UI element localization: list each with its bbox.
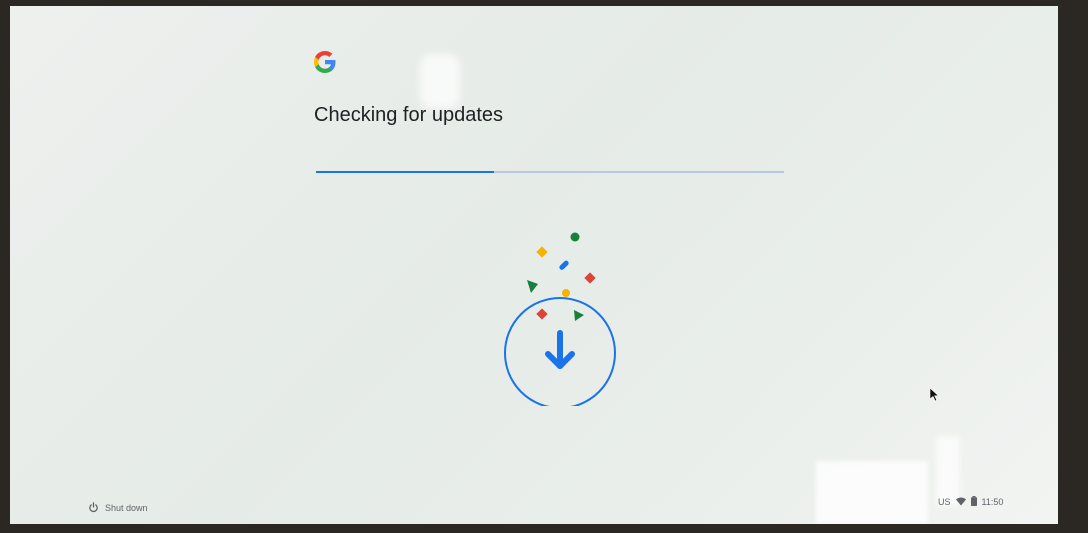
confetti-diamond — [584, 272, 596, 284]
status-tray[interactable]: US 11:50 — [938, 496, 1003, 508]
screen-glare — [420, 54, 460, 109]
clock: 11:50 — [981, 497, 1004, 507]
confetti-diamond — [536, 308, 548, 320]
update-progress-bar — [316, 171, 784, 173]
page-title: Checking for updates — [314, 104, 504, 126]
confetti-dot — [570, 232, 580, 242]
power-icon — [88, 502, 99, 513]
battery-icon — [970, 496, 977, 508]
confetti-dot — [562, 289, 570, 297]
ime-indicator: US — [938, 497, 951, 507]
confetti-triangle — [574, 310, 584, 321]
confetti-diamond — [536, 246, 548, 258]
wifi-icon — [955, 497, 966, 508]
update-progress-fill — [316, 171, 494, 173]
shutdown-button[interactable]: Shut down — [88, 502, 148, 513]
download-arrow-icon — [545, 330, 575, 369]
confetti-triangle — [527, 280, 538, 293]
confetti-pill — [559, 260, 569, 270]
shutdown-label: Shut down — [105, 502, 148, 513]
download-illustration — [486, 226, 616, 409]
update-screen: Checking for updates Shut down US 11:50 — [10, 6, 1058, 524]
mouse-cursor-icon — [929, 387, 940, 407]
google-logo-icon — [313, 49, 337, 75]
screen-glare — [816, 461, 928, 524]
